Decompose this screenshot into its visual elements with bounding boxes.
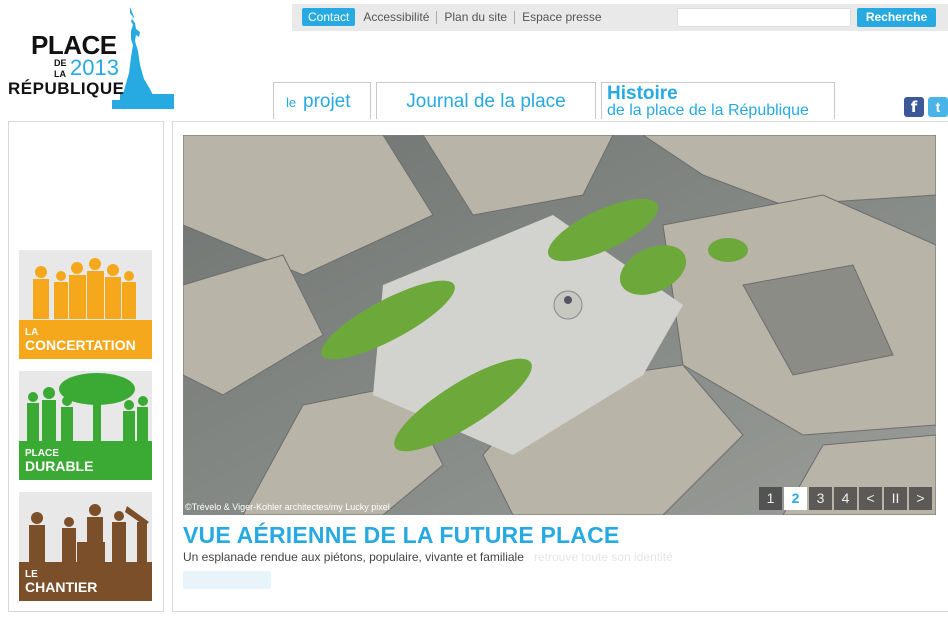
tab-le-projet[interactable]: le projet [273, 82, 371, 119]
durable-card[interactable]: PLACE DURABLE [19, 371, 152, 480]
contact-link[interactable]: Contact [302, 8, 356, 26]
twitter-icon[interactable]: t [928, 97, 948, 117]
sitemap-link[interactable]: Plan du site [436, 10, 514, 24]
logo-text-de: DE [54, 58, 67, 68]
main-slideshow-panel: ©Trévelo & Viger-Kohler architectes/my L… [172, 121, 948, 612]
slide-title[interactable]: VUE AÉRIENNE DE LA FUTURE PLACE [183, 522, 619, 549]
sidebar: LA CONCERTATION PLACE DURABLE LE CHANTIE… [8, 121, 164, 612]
tab-histoire-subtitle: de la place de la République [607, 102, 809, 119]
tab-projet-prefix: le [286, 95, 297, 110]
site-logo[interactable]: PLACE DE LA 2013 RÉPUBLIQUE [8, 5, 176, 109]
slideshow-pager: 1 2 3 4 < II > [759, 487, 932, 510]
search-button[interactable]: Recherche [857, 8, 936, 27]
concertation-label-big: CONCERTATION [25, 337, 136, 354]
read-more-button[interactable]: En savoir plus » [183, 571, 272, 589]
aerial-view-image [183, 135, 936, 515]
pager-page-4[interactable]: 4 [834, 487, 857, 510]
press-link[interactable]: Espace presse [514, 10, 608, 24]
facebook-icon[interactable]: f [904, 97, 924, 117]
search-input[interactable] [677, 8, 851, 27]
tab-journal[interactable]: Journal de la place [376, 82, 596, 119]
chantier-card[interactable]: LE CHANTIER [19, 492, 152, 601]
durable-label: PLACE DURABLE [25, 448, 94, 475]
logo-year: 2013 [70, 55, 119, 80]
slide-ghost-text: retrouve toute son identité [534, 550, 673, 564]
pager-prev-button[interactable]: < [859, 487, 882, 510]
tab-projet-label: projet [303, 91, 351, 112]
logo-text-republique: RÉPUBLIQUE [8, 79, 125, 98]
tab-histoire[interactable]: Histoire de la place de la République [601, 82, 835, 119]
pager-page-2[interactable]: 2 [784, 487, 807, 510]
aerial-photo[interactable]: ©Trévelo & Viger-Kohler architectes/my L… [183, 135, 936, 515]
accessibility-link[interactable]: Accessibilité [363, 10, 436, 24]
durable-label-big: DURABLE [25, 458, 94, 475]
chantier-label-big: CHANTIER [25, 579, 98, 596]
concertation-label: LA CONCERTATION [25, 327, 136, 354]
pager-page-1[interactable]: 1 [759, 487, 782, 510]
utility-nav: Contact Accessibilité Plan du site Espac… [302, 7, 609, 27]
concertation-card[interactable]: LA CONCERTATION [19, 250, 152, 359]
photo-credit: ©Trévelo & Viger-Kohler architectes/my L… [185, 502, 390, 512]
chantier-label: LE CHANTIER [25, 569, 98, 596]
slide-subtitle: Un esplanade rendue aux piétons, populai… [183, 550, 524, 564]
pager-pause-button[interactable]: II [884, 487, 907, 510]
pager-next-button[interactable]: > [909, 487, 932, 510]
pager-page-3[interactable]: 3 [809, 487, 832, 510]
logo-text-la: LA [54, 69, 66, 79]
top-utility-bar: Contact Accessibilité Plan du site Espac… [292, 4, 948, 31]
